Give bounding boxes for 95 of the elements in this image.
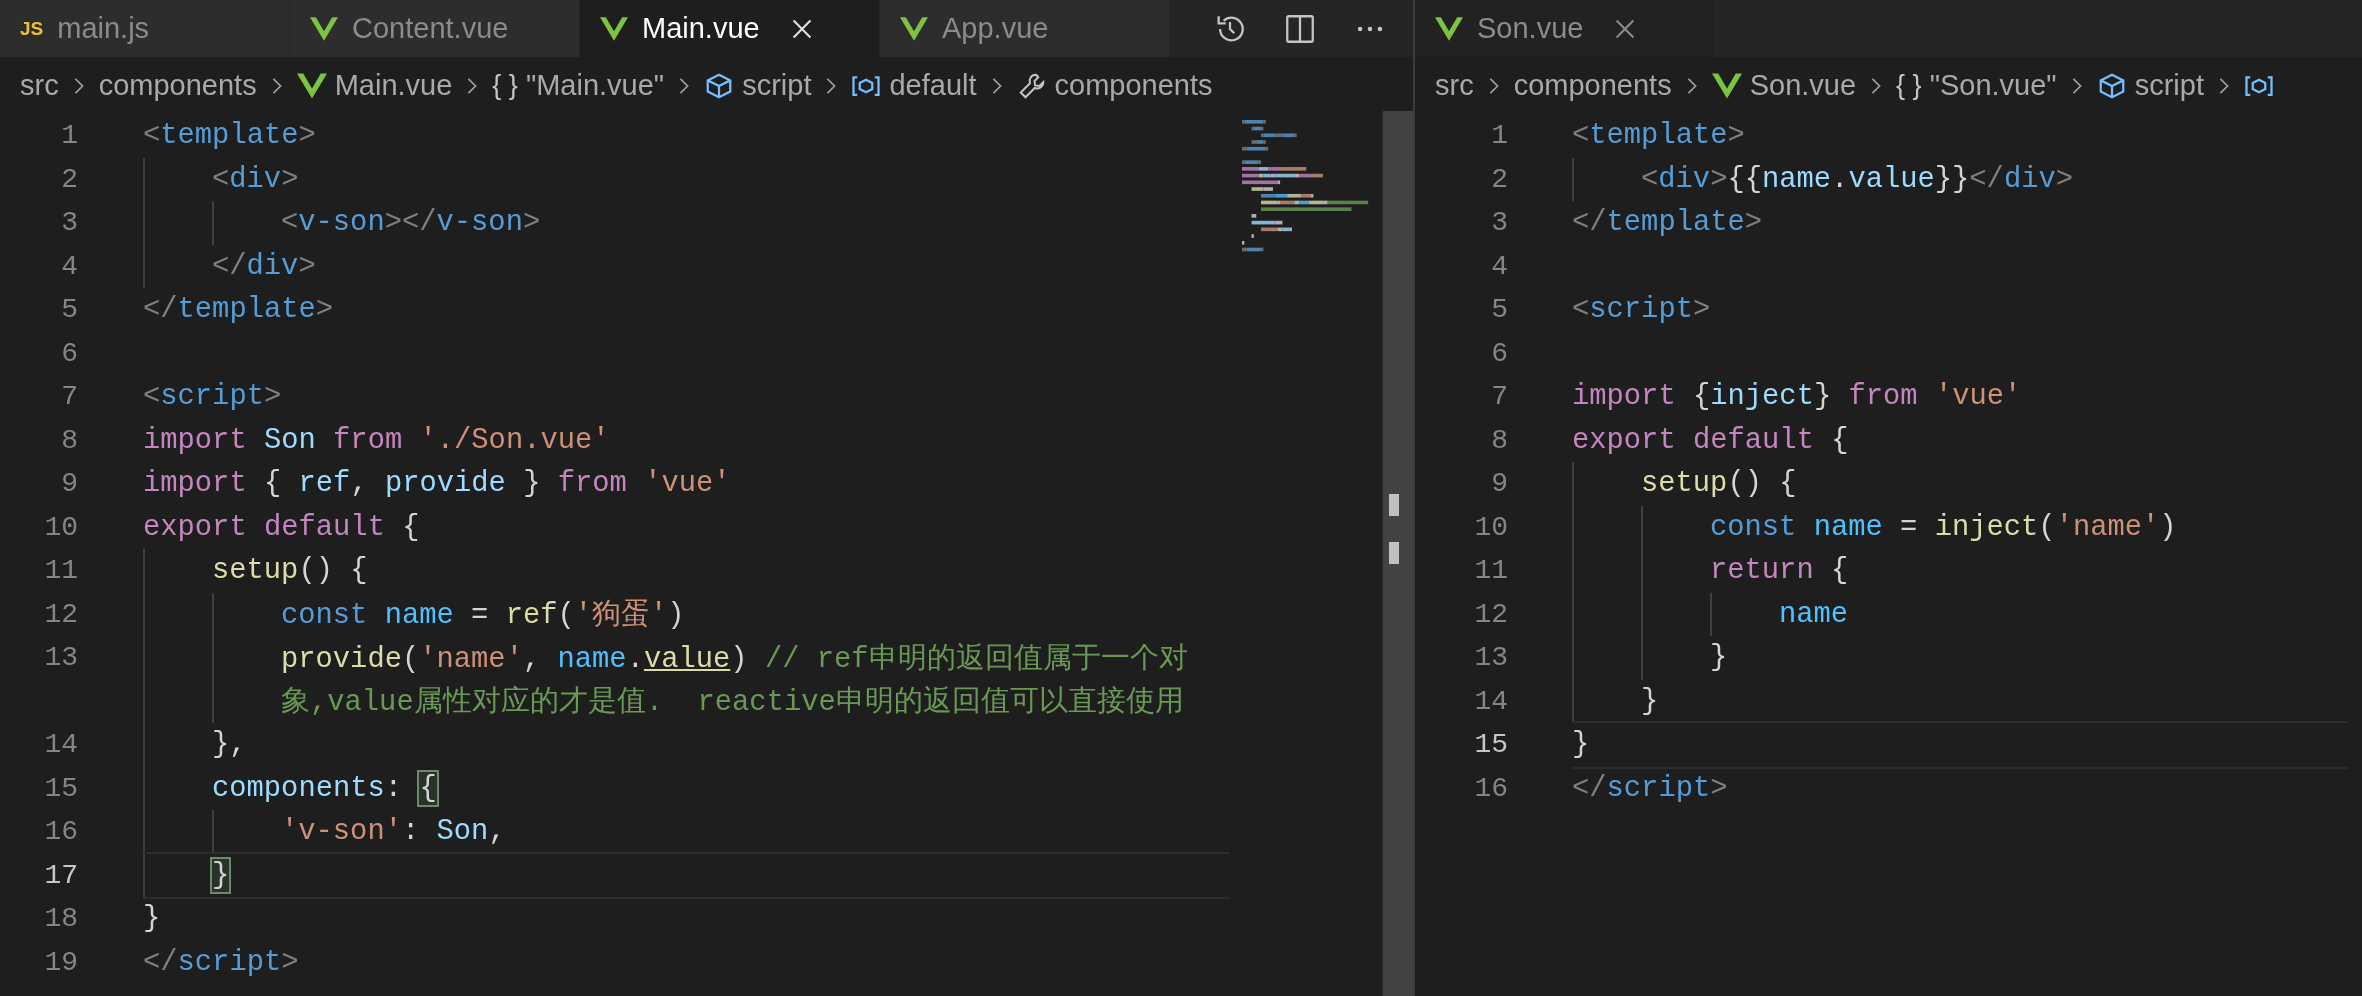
breadcrumb-item[interactable]: { } "Son.vue" — [1896, 69, 2057, 102]
line-number: 13 — [1473, 642, 1508, 674]
vue-icon — [900, 16, 928, 41]
code-text: components: { — [212, 771, 437, 805]
line-number: 14 — [43, 729, 78, 761]
line-number: 4 — [60, 250, 78, 282]
editor-tab[interactable]: Son.vue — [1415, 0, 1715, 57]
breadcrumb-item[interactable]: components — [98, 69, 257, 102]
code-text: import Son from './Son.vue' — [143, 423, 610, 457]
editor-tab[interactable]: Content.vue — [290, 0, 580, 57]
code-text: const name = inject('name') — [1710, 510, 2177, 544]
vue-icon — [600, 16, 628, 41]
breadcrumb-item[interactable]: script — [704, 69, 812, 102]
code-text: <div> — [212, 162, 299, 196]
line-number: 6 — [1490, 337, 1508, 369]
scroll-marker — [1389, 494, 1399, 516]
code-text: const name = ref('狗蛋') — [281, 598, 685, 635]
code-text: <div>{{name.value}}</div> — [1641, 162, 2074, 196]
breadcrumb-item[interactable]: components — [1513, 69, 1672, 102]
editor-tab[interactable]: JS main.js — [0, 0, 290, 57]
code-text: export default { — [1572, 423, 1849, 457]
line-number: 15 — [43, 772, 78, 804]
line-number: 11 — [1473, 555, 1508, 587]
line-number: 4 — [1490, 250, 1508, 282]
breadcrumb-item[interactable]: Main.vue — [296, 69, 453, 102]
line-number: 16 — [1473, 772, 1508, 804]
code-text: </script> — [143, 945, 299, 979]
code-text: } — [143, 902, 161, 936]
code-text: </template> — [1572, 206, 1763, 240]
breadcrumb-item[interactable]: default — [851, 69, 977, 102]
editor-tab[interactable]: Main.vue — [580, 0, 880, 57]
line-number: 6 — [60, 337, 78, 369]
line-number: 3 — [60, 207, 78, 239]
line-number: 8 — [1490, 424, 1508, 456]
line-number: 10 — [43, 511, 78, 543]
breadcrumb-item[interactable]: script — [2096, 69, 2204, 102]
line-number: 14 — [1473, 685, 1508, 717]
editor-tab[interactable]: App.vue — [880, 0, 1170, 57]
code-text: }, — [212, 728, 247, 762]
code-text: 象,value属性对应的才是值. reactive申明的返回值可以直接使用 — [281, 684, 1184, 722]
line-number: 17 — [43, 859, 78, 891]
breadcrumb-item[interactable]: src — [20, 69, 59, 102]
line-number: 13 — [43, 642, 78, 674]
line-number: 9 — [60, 468, 78, 500]
code-text: setup() { — [212, 554, 368, 588]
code-text: </div> — [212, 249, 316, 283]
breadcrumb-item[interactable]: src — [1435, 69, 1474, 102]
code-text: <script> — [1572, 293, 1711, 327]
code-text: provide('name', name.value) // ref申明的返回值属于一个对 — [281, 641, 1188, 678]
code-text: <template> — [1572, 119, 1745, 153]
code-text: } — [1710, 641, 1728, 675]
braces-icon: { } — [492, 70, 518, 101]
line-number: 3 — [1490, 207, 1508, 239]
code-text: setup() { — [1641, 467, 1797, 501]
code-text: 'v-son': Son, — [281, 815, 506, 849]
line-number: 19 — [43, 946, 78, 978]
line-number: 11 — [43, 555, 78, 587]
code-text: } — [212, 858, 230, 892]
code-text: </script> — [1572, 771, 1728, 805]
line-number: 5 — [1490, 294, 1508, 326]
line-number: 1 — [1490, 120, 1508, 152]
breadcrumb-item[interactable]: Son.vue — [1711, 69, 1857, 102]
line-number: 10 — [1473, 511, 1508, 543]
code-text: } — [1641, 684, 1659, 718]
line-number: 8 — [60, 424, 78, 456]
code-text: import { ref, provide } from 'vue' — [143, 467, 731, 501]
line-number: 2 — [1490, 163, 1508, 195]
line-number: 9 — [1490, 468, 1508, 500]
code-text: <script> — [143, 380, 282, 414]
line-number: 18 — [43, 903, 78, 935]
line-number: 12 — [43, 598, 78, 630]
line-number: 7 — [1490, 381, 1508, 413]
code-text: } — [1572, 728, 1590, 762]
scroll-marker — [1389, 542, 1399, 564]
code-text: <v-son></v-son> — [281, 206, 541, 240]
code-text: import {inject} from 'vue' — [1572, 380, 2022, 414]
line-number: 5 — [60, 294, 78, 326]
scrollbar-thumb[interactable] — [1383, 111, 1413, 996]
line-number: 15 — [1473, 729, 1508, 761]
code-text: return { — [1710, 554, 1849, 588]
line-number: 16 — [43, 816, 78, 848]
line-number: 1 — [60, 120, 78, 152]
vue-icon — [310, 16, 338, 41]
code-text: export default { — [143, 510, 420, 544]
code-text: </template> — [143, 293, 334, 327]
braces-icon: { } — [1896, 70, 1922, 101]
line-number: 2 — [60, 163, 78, 195]
breadcrumb-item[interactable]: { } "Main.vue" — [492, 69, 665, 102]
code-text: name — [1779, 597, 1849, 631]
js-icon: JS — [20, 17, 44, 40]
line-number: 12 — [1473, 598, 1508, 630]
breadcrumb-item[interactable]: components — [1016, 69, 1213, 102]
vue-icon — [1435, 16, 1463, 41]
line-number: 7 — [60, 381, 78, 413]
code-text: <template> — [143, 119, 316, 153]
